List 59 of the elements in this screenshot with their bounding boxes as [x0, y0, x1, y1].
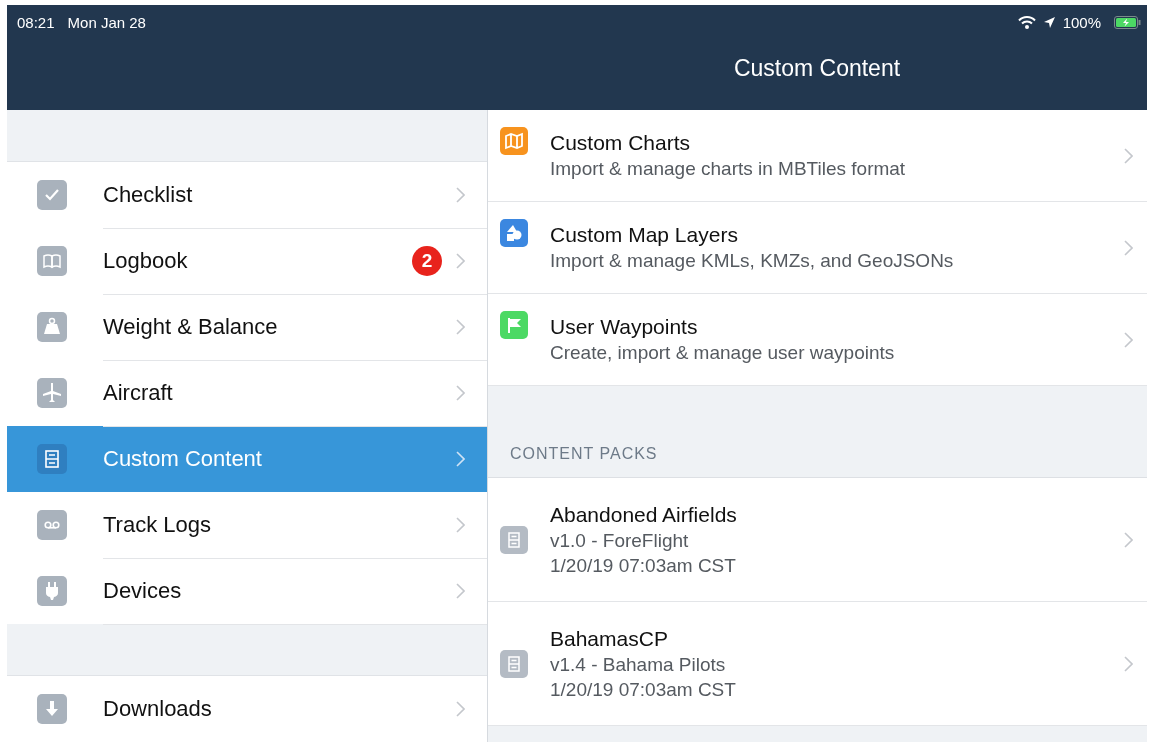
location-arrow-icon	[1042, 15, 1056, 29]
item-title: Custom Charts	[550, 131, 692, 155]
status-date: Mon Jan 28	[67, 13, 146, 31]
check-icon	[37, 180, 67, 210]
notification-badge: 2	[412, 245, 442, 276]
chevron-right-icon	[1124, 331, 1133, 348]
chevron-right-icon	[456, 252, 465, 269]
pack-date: 1/20/19 07:03am CST	[550, 554, 737, 577]
chevron-right-icon	[456, 186, 465, 203]
chevron-right-icon	[1124, 531, 1133, 548]
flag-icon	[500, 311, 528, 339]
sidebar-item[interactable]: Devices	[7, 558, 487, 624]
cabinet-icon	[500, 649, 528, 678]
chevron-right-icon	[456, 384, 465, 401]
chevron-right-icon	[456, 582, 465, 599]
content-list-item[interactable]: Custom Charts Import & manage charts in MBTiles format	[488, 110, 1147, 202]
section-header: CONTENT PACKS	[510, 445, 658, 463]
map-icon	[500, 127, 528, 155]
chevron-right-icon	[456, 516, 465, 533]
pack-name: BahamasCP	[550, 626, 669, 651]
cabinet-icon	[37, 444, 67, 474]
pack-name: Abandoned Airfields	[550, 502, 738, 527]
chevron-right-icon	[456, 700, 465, 717]
plane-icon	[37, 378, 67, 408]
cabinet-icon	[500, 525, 528, 554]
chevron-right-icon	[1124, 147, 1133, 164]
sidebar-item[interactable]: Weight & Balance	[7, 294, 487, 360]
sidebar-item[interactable]: Aircraft	[7, 360, 487, 426]
sidebar-item[interactable]: Checklist	[7, 162, 487, 228]
item-description: Import & manage charts in MBTiles format	[550, 158, 907, 180]
item-title: User Waypoints	[550, 315, 699, 339]
pack-version: v1.4 - Bahama Pilots	[550, 653, 727, 676]
item-title: Custom Map Layers	[550, 223, 739, 247]
content-pack-item[interactable]: BahamasCP v1.4 - Bahama Pilots 1/20/19 07:03am CST	[488, 602, 1147, 726]
tape-icon	[37, 510, 67, 540]
content-pack-item[interactable]: Abandoned Airfields v1.0 - ForeFlight 1/20/19 07:03am CST	[488, 478, 1147, 602]
item-description: Create, import & manage user waypoints	[550, 342, 896, 364]
battery-percent: 100%	[1062, 13, 1101, 31]
sidebar-item[interactable]: Track Logs	[7, 492, 487, 558]
nav-title: Custom Content	[733, 55, 901, 82]
plug-icon	[37, 576, 67, 606]
chevron-right-icon	[1124, 239, 1133, 256]
chevron-right-icon	[456, 318, 465, 335]
battery-charging-icon	[1114, 15, 1141, 29]
sidebar-item[interactable]: Downloads	[7, 676, 487, 742]
content-list-item[interactable]: Custom Map Layers Import & manage KMLs, KMZs, and GeoJSONs	[488, 202, 1147, 294]
shapes-icon	[500, 219, 528, 247]
pack-date: 1/20/19 07:03am CST	[550, 678, 737, 701]
item-description: Import & manage KMLs, KMZs, and GeoJSONs	[550, 250, 955, 272]
wifi-icon	[1017, 15, 1036, 29]
pack-version: v1.0 - ForeFlight	[550, 529, 690, 552]
download-icon	[37, 694, 67, 724]
chevron-right-icon	[1124, 655, 1133, 672]
sidebar-item[interactable]: Logbook 2	[7, 228, 487, 294]
chevron-right-icon	[456, 450, 465, 467]
weight-icon	[37, 312, 67, 342]
status-time: 08:21	[17, 13, 55, 31]
book-icon	[37, 246, 67, 276]
content-list-item[interactable]: User Waypoints Create, import & manage user waypoints	[488, 294, 1147, 386]
